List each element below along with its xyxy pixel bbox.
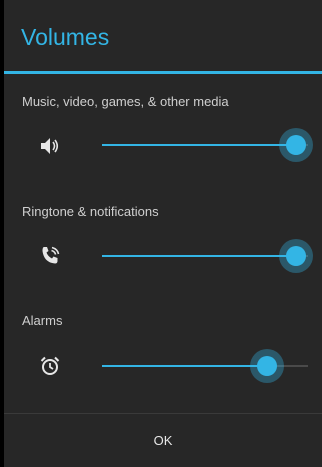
volumes-dialog: Volumes Music, video, games, & other med… <box>4 0 322 467</box>
ok-button[interactable]: OK <box>4 414 322 467</box>
dialog-title-bar: Volumes <box>4 0 322 74</box>
media-slider-fill <box>102 144 296 146</box>
alarms-slider-thumb[interactable] <box>256 356 277 376</box>
ringtone-volume-slider[interactable] <box>102 236 313 276</box>
alarms-volume-slider[interactable] <box>102 346 308 386</box>
ringtone-slider-fill <box>102 255 296 257</box>
dialog-title: Volumes <box>21 24 110 50</box>
ringtone-volume-label: Ringtone & notifications <box>22 204 159 219</box>
media-slider-thumb[interactable] <box>285 135 306 155</box>
media-volume-slider[interactable] <box>102 125 313 165</box>
title-divider <box>4 71 322 74</box>
alarms-slider-fill <box>102 365 267 367</box>
alarm-clock-icon <box>38 354 62 378</box>
speaker-icon <box>38 134 62 158</box>
ringtone-phone-icon <box>38 244 62 268</box>
alarms-volume-label: Alarms <box>22 313 63 328</box>
media-volume-label: Music, video, games, & other media <box>22 94 229 109</box>
ringtone-slider-thumb[interactable] <box>285 246 306 266</box>
